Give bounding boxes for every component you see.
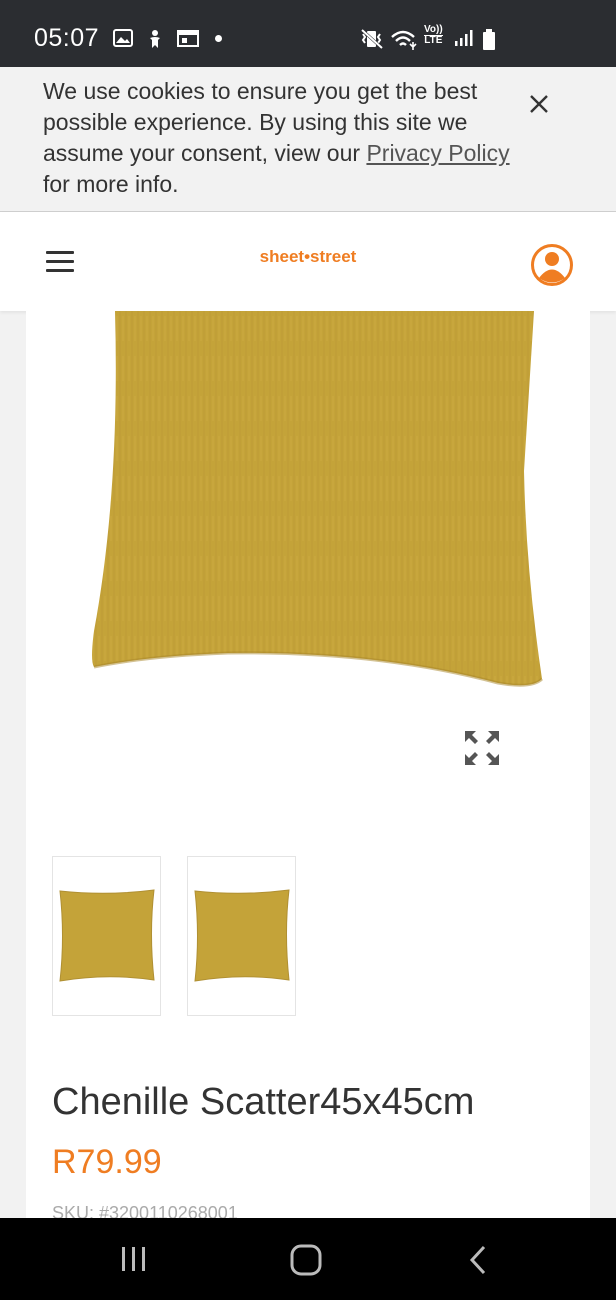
product-card: Chenille Scatter45x45cm R79.99 SKU: #320… — [26, 311, 590, 1223]
product-image[interactable] — [88, 311, 550, 696]
user-account-icon[interactable] — [530, 243, 574, 287]
site-header: sheet•street — [0, 212, 616, 311]
gallery-icon — [113, 29, 133, 47]
thumbnail-2[interactable] — [187, 856, 296, 1016]
site-logo[interactable]: sheet•street — [0, 247, 616, 267]
volte-lte-icon: Vo)) LTE — [424, 24, 443, 46]
status-bar: 05:07 Vo)) LTE — [0, 0, 616, 67]
recent-apps-icon[interactable] — [118, 1243, 150, 1275]
back-icon[interactable] — [466, 1243, 490, 1277]
cookie-message: We use cookies to ensure you get the bes… — [43, 78, 510, 197]
accessibility-icon — [150, 30, 160, 48]
status-time: 05:07 — [34, 24, 100, 52]
signal-icon — [455, 30, 473, 46]
privacy-policy-link[interactable]: Privacy Policy — [366, 140, 509, 166]
product-price: R79.99 — [52, 1143, 162, 1181]
close-icon[interactable] — [528, 93, 550, 115]
wifi-icon — [391, 30, 417, 50]
notification-dot — [215, 35, 222, 42]
vibrate-icon — [360, 29, 384, 49]
battery-icon — [483, 29, 495, 50]
thumbnail-image — [194, 889, 290, 982]
system-nav-bar — [0, 1218, 616, 1300]
expand-icon[interactable] — [463, 729, 501, 767]
cookie-banner: We use cookies to ensure you get the bes… — [0, 67, 616, 212]
product-title: Chenille Scatter45x45cm — [52, 1081, 475, 1123]
thumbnail-image — [59, 889, 155, 982]
home-icon[interactable] — [289, 1243, 323, 1277]
thumbnail-1[interactable] — [52, 856, 161, 1016]
calendar-icon — [177, 30, 199, 47]
